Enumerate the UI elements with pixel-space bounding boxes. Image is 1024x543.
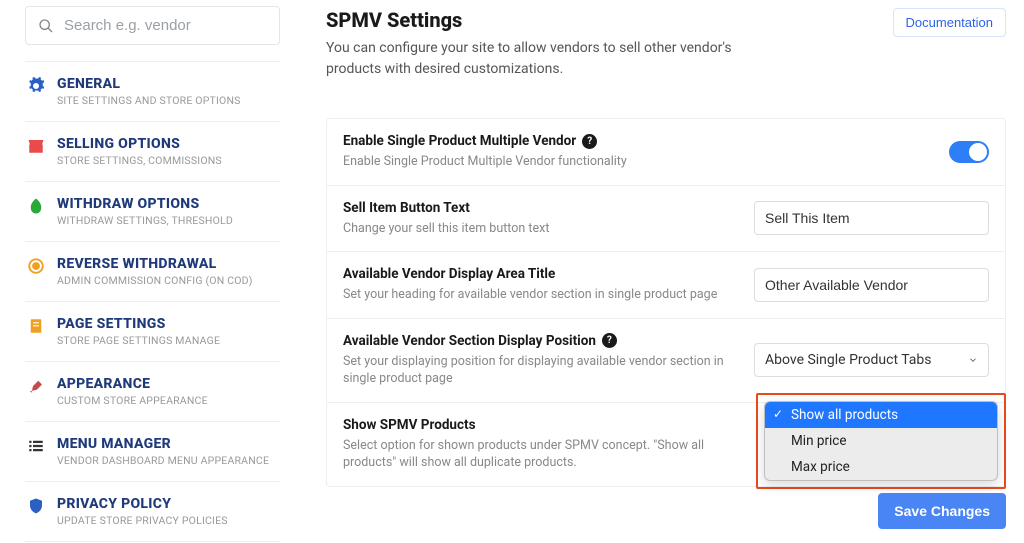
- search-input[interactable]: [64, 17, 267, 34]
- sidebar-item-subtitle: CUSTOM STORE APPEARANCE: [57, 394, 208, 407]
- menu-icon: [27, 437, 45, 455]
- sidebar-item-subtitle: STORE PAGE SETTINGS MANAGE: [57, 334, 220, 347]
- sidebar-item-title: MENU MANAGER: [57, 436, 269, 452]
- row-desc: Enable Single Product Multiple Vendor fu…: [343, 153, 734, 171]
- sidebar-item-title: GENERAL: [57, 76, 241, 92]
- sidebar-item-title: WITHDRAW OPTIONS: [57, 196, 233, 212]
- search-icon: [38, 18, 54, 34]
- shield-icon: [27, 497, 45, 515]
- sidebar-item-general[interactable]: GENERAL SITE SETTINGS AND STORE OPTIONS: [25, 61, 280, 122]
- row-desc: Set your displaying position for display…: [343, 353, 734, 388]
- sidebar: GENERAL SITE SETTINGS AND STORE OPTIONS SE…: [0, 0, 300, 543]
- row-desc: Set your heading for available vendor se…: [343, 286, 734, 304]
- leaf-icon: [27, 197, 45, 215]
- sidebar-item-title: REVERSE WITHDRAWAL: [57, 256, 253, 272]
- row-title: Available Vendor Section Display Positio…: [343, 333, 596, 349]
- dropdown-option[interactable]: Max price: [765, 454, 997, 480]
- enable-toggle[interactable]: [949, 141, 989, 163]
- sidebar-item-subtitle: UPDATE STORE PRIVACY POLICIES: [57, 514, 228, 527]
- sidebar-item-menu-manager[interactable]: MENU MANAGER VENDOR DASHBOARD MENU APPEAR…: [25, 422, 280, 482]
- gear-icon: [27, 77, 45, 95]
- page-icon: [27, 317, 45, 335]
- sidebar-item-title: PRIVACY POLICY: [57, 496, 228, 512]
- page-title: SPMV Settings: [326, 8, 746, 32]
- help-icon[interactable]: ?: [582, 134, 597, 149]
- sell-button-text-input[interactable]: [754, 201, 989, 235]
- row-title: Sell Item Button Text: [343, 200, 470, 216]
- page-description: You can configure your site to allow ven…: [326, 38, 746, 80]
- dropdown-option[interactable]: Min price: [765, 428, 997, 454]
- sidebar-item-appearance[interactable]: APPEARANCE CUSTOM STORE APPEARANCE: [25, 362, 280, 422]
- sidebar-item-title: SELLING OPTIONS: [57, 136, 222, 152]
- row-title: Enable Single Product Multiple Vendor: [343, 133, 576, 149]
- store-icon: [27, 137, 45, 155]
- main-content: SPMV Settings You can configure your sit…: [300, 0, 1024, 543]
- sidebar-item-subtitle: STORE SETTINGS, COMMISSIONS: [57, 154, 222, 167]
- search-box[interactable]: [25, 6, 280, 45]
- sidebar-item-withdraw-options[interactable]: WITHDRAW OPTIONS WITHDRAW SETTINGS, THRES…: [25, 182, 280, 242]
- row-desc: Select option for shown products under S…: [343, 437, 734, 472]
- sidebar-item-title: APPEARANCE: [57, 376, 208, 392]
- area-title-input[interactable]: [754, 268, 989, 302]
- sidebar-item-subtitle: ADMIN COMMISSION CONFIG (ON COD): [57, 274, 253, 287]
- sidebar-item-selling-options[interactable]: SELLING OPTIONS STORE SETTINGS, COMMISSIO…: [25, 122, 280, 182]
- dropdown-option[interactable]: Show all products: [765, 402, 997, 428]
- coin-icon: [27, 257, 45, 275]
- row-title: Available Vendor Display Area Title: [343, 266, 555, 282]
- select-value: Above Single Product Tabs: [765, 352, 932, 368]
- row-display-position: Available Vendor Section Display Positio…: [327, 319, 1005, 403]
- sidebar-item-page-settings[interactable]: PAGE SETTINGS STORE PAGE SETTINGS MANAGE: [25, 302, 280, 362]
- documentation-button[interactable]: Documentation: [893, 8, 1006, 37]
- row-enable-spmv: Enable Single Product Multiple Vendor? E…: [327, 119, 1005, 186]
- row-desc: Change your sell this item button text: [343, 220, 734, 238]
- row-button-text: Sell Item Button Text Change your sell t…: [327, 186, 1005, 253]
- sidebar-item-subtitle: SITE SETTINGS AND STORE OPTIONS: [57, 94, 241, 107]
- sidebar-item-subtitle: VENDOR DASHBOARD MENU APPEARANCE: [57, 454, 269, 467]
- chevron-down-icon: [968, 355, 978, 365]
- row-area-title: Available Vendor Display Area Title Set …: [327, 252, 1005, 319]
- sidebar-item-subtitle: WITHDRAW SETTINGS, THRESHOLD: [57, 214, 233, 227]
- row-title: Show SPMV Products: [343, 417, 476, 433]
- sidebar-item-reverse-withdrawal[interactable]: REVERSE WITHDRAWAL ADMIN COMMISSION CONFI…: [25, 242, 280, 302]
- save-changes-button[interactable]: Save Changes: [878, 493, 1006, 529]
- display-position-select[interactable]: Above Single Product Tabs: [754, 343, 989, 377]
- palette-icon: [27, 377, 45, 395]
- show-products-dropdown-highlight: Show all productsMin priceMax price: [756, 393, 1006, 489]
- show-products-dropdown[interactable]: Show all productsMin priceMax price: [764, 401, 998, 481]
- sidebar-item-title: PAGE SETTINGS: [57, 316, 220, 332]
- help-icon[interactable]: ?: [602, 333, 617, 348]
- sidebar-item-privacy-policy[interactable]: PRIVACY POLICY UPDATE STORE PRIVACY POLIC…: [25, 482, 280, 542]
